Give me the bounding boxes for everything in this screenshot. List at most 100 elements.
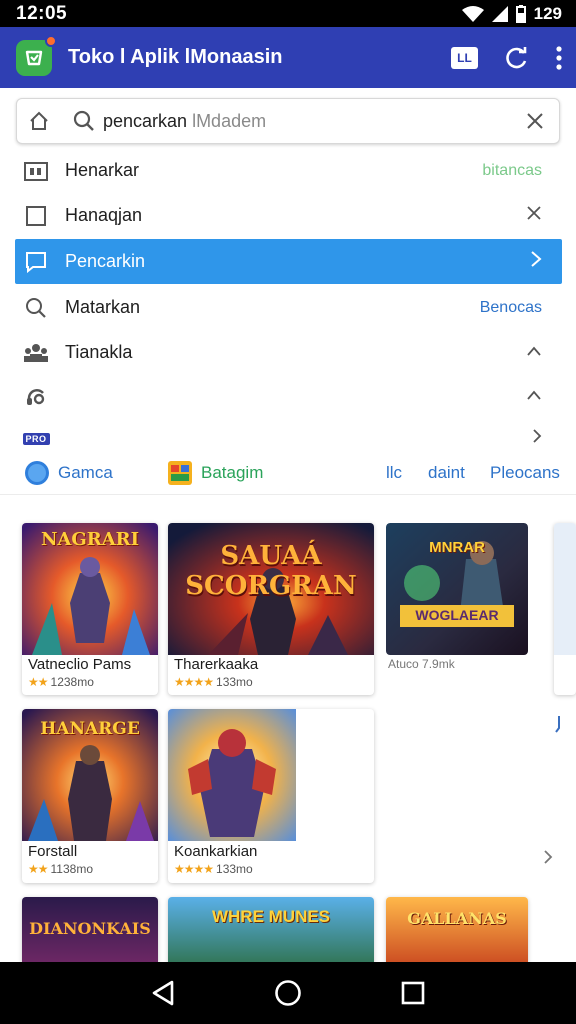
close-icon [527,206,541,220]
category-games[interactable]: Gamca [24,460,113,486]
rating-stars: ★★ [28,862,48,876]
menu-item-tianakla[interactable]: Tianakla [15,330,562,375]
status-time: 12:05 [16,2,68,24]
home-nav-button[interactable] [268,973,308,1013]
chat-bubble-icon [23,249,49,275]
home-button[interactable] [27,109,51,133]
app-thumbnail: SAUAÁ SCORGRAN [168,523,374,655]
app-thumbnail [554,523,576,655]
close-icon [527,113,543,129]
pro-badge: PRO [22,426,50,452]
category-label: llc [386,462,403,482]
app-size: 1238mo [50,675,94,689]
more-vert-icon [556,45,562,70]
app-card[interactable]: HANARGE Forstall ★★ 1138mo [22,709,158,883]
back-button[interactable] [143,973,183,1013]
refresh-button[interactable] [504,45,530,71]
search-query: pencarkan [103,110,188,131]
group-icon [23,340,49,366]
app-size: 1138mo [50,862,93,876]
home-icon [30,111,48,130]
row-next-button[interactable] [538,845,558,869]
app-card[interactable]: Koankarkian ★★★★ 133mo [168,709,374,883]
app-thumbnail: HANARGE [22,709,158,841]
menu-item-label: Hanaqjan [65,205,143,225]
menu-item-trail-text: bitancas [482,161,542,179]
app-meta: ★★ 1238mo [28,675,94,689]
row-edit-button[interactable] [548,712,568,736]
category-label: daint [428,462,465,482]
app-meta: ★★★★ 133mo [174,675,253,689]
dismiss-button[interactable] [526,205,542,226]
search-suggestion: lMdadem [187,110,267,131]
menu-item-label: Matarkan [65,297,141,317]
app-bar: Toko l Aplik lMonaasin LL [0,27,576,88]
wifi-icon [461,5,484,22]
app-size: 133mo [216,862,253,876]
library-button[interactable]: LL [451,46,478,69]
rating-stars: ★★★★ [174,862,214,876]
app-title: Toko l Aplik lMonaasin [68,46,283,68]
category-label: Pleocans [490,462,560,482]
app-art-text: GALLANAS [407,909,507,928]
headset-icon [23,384,49,410]
menu-item-label: Pencarkin [65,251,146,271]
search-input[interactable]: pencarkan lMdadem [103,111,523,132]
clear-search-button[interactable] [523,109,547,133]
category-llc[interactable]: llc [386,463,402,483]
chevron-up-icon [526,388,542,406]
battery-level: 129 [533,3,562,23]
app-meta: ★★★★ 133mo [174,862,253,876]
app-card[interactable]: SAUAÁ SCORGRAN Tharerkaaka ★★★★ 133mo [168,523,374,695]
status-bar: 12:05 129 [0,0,576,27]
search-icon [23,295,49,321]
app-size: Atuco 7.9mk [388,657,455,671]
status-icons: 129 [461,3,562,24]
menu-item-audio[interactable] [15,374,562,419]
chevron-right-icon [532,428,542,449]
recents-button[interactable] [393,973,433,1013]
app-title: Tharerkaaka [174,656,259,673]
app-card-partial[interactable] [554,523,576,695]
game-tile-icon [168,460,192,485]
app-art-text: WHRE MUNES [211,907,331,926]
category-pleocans[interactable]: Pleocans [490,463,560,483]
chevron-up-icon [526,344,542,362]
menu-item-label: Tianakla [65,342,133,362]
app-art-text: DIANONKAIS [29,919,151,938]
pro-badge-label: PRO [22,432,50,445]
app-thumbnail: NAGRARI [22,523,158,655]
edit-icon [555,716,560,733]
menu-item-matarkan[interactable]: Matarkan Benocas [15,285,562,330]
back-triangle-icon [152,980,173,1006]
app-art-text: MNRAR [429,539,485,556]
app-art-text: NAGRARI [40,529,140,550]
menu-item-hanaqjan[interactable]: Hanaqjan [15,193,562,238]
app-title: Koankarkian [174,843,258,860]
category-label: Gamca [58,462,113,482]
checkbox-icon [23,203,49,229]
chevron-right-icon [544,850,553,864]
navigation-bar [0,962,576,1024]
more-options-button[interactable] [556,45,562,70]
menu-item-pencarkin[interactable]: Pencarkin [15,239,562,284]
app-meta: ★★ 1138mo [28,862,93,876]
category-label: Batagim [201,462,264,482]
category-row: Gamca Batagim llc daint Pleocans [0,451,576,495]
app-card[interactable]: MNRAR WOGLAEAR Atuco 7.9mk [386,523,528,673]
compass-icon [25,460,49,485]
signal-icon [491,5,508,22]
category-batagim[interactable]: Batagim [167,460,263,486]
search-bar[interactable]: pencarkan lMdadem [16,98,560,144]
app-art-text: SAUAÁ SCORGRAN [185,541,357,601]
search-icon [73,110,94,131]
app-card[interactable]: NAGRARI Vatneclio Pams ★★ 1238mo [22,523,158,695]
app-size: 133mo [216,675,253,689]
category-daint[interactable]: daint [428,463,465,483]
home-circle-icon [275,980,301,1006]
chevron-right-icon [530,250,542,273]
calendar-icon [23,158,49,184]
notification-dot [45,34,57,47]
menu-item-henarkar[interactable]: Henarkar bitancas [15,148,562,193]
battery-icon [515,4,526,23]
